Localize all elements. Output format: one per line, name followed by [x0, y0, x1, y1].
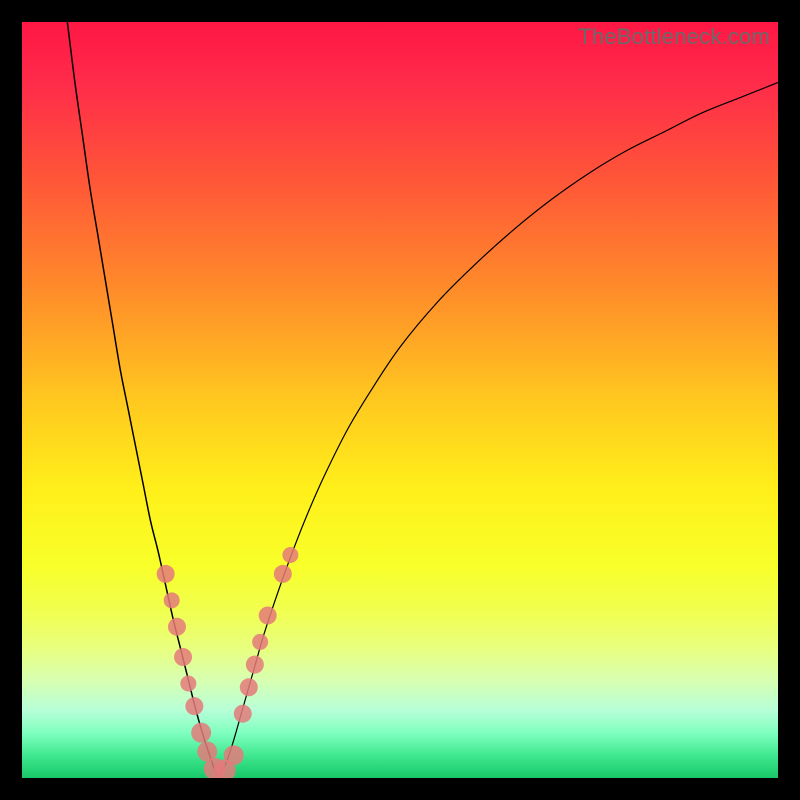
right-curve [219, 82, 778, 778]
data-marker [234, 705, 252, 723]
watermark: TheBottleneck.com [578, 24, 770, 50]
data-marker [274, 565, 292, 583]
data-marker [246, 656, 264, 674]
curves-overlay [22, 22, 778, 778]
data-marker [185, 697, 203, 715]
data-marker [224, 745, 244, 765]
data-marker [168, 618, 186, 636]
data-marker [191, 723, 211, 743]
data-marker [252, 634, 268, 650]
chart-container: TheBottleneck.com [0, 0, 800, 800]
data-marker [164, 592, 180, 608]
data-marker [157, 565, 175, 583]
data-marker [240, 678, 258, 696]
marker-dots [157, 547, 299, 778]
data-marker [180, 676, 196, 692]
data-marker [282, 547, 298, 563]
data-marker [174, 648, 192, 666]
data-marker [259, 606, 277, 624]
left-curve [67, 22, 218, 778]
chart-area: TheBottleneck.com [22, 22, 778, 778]
